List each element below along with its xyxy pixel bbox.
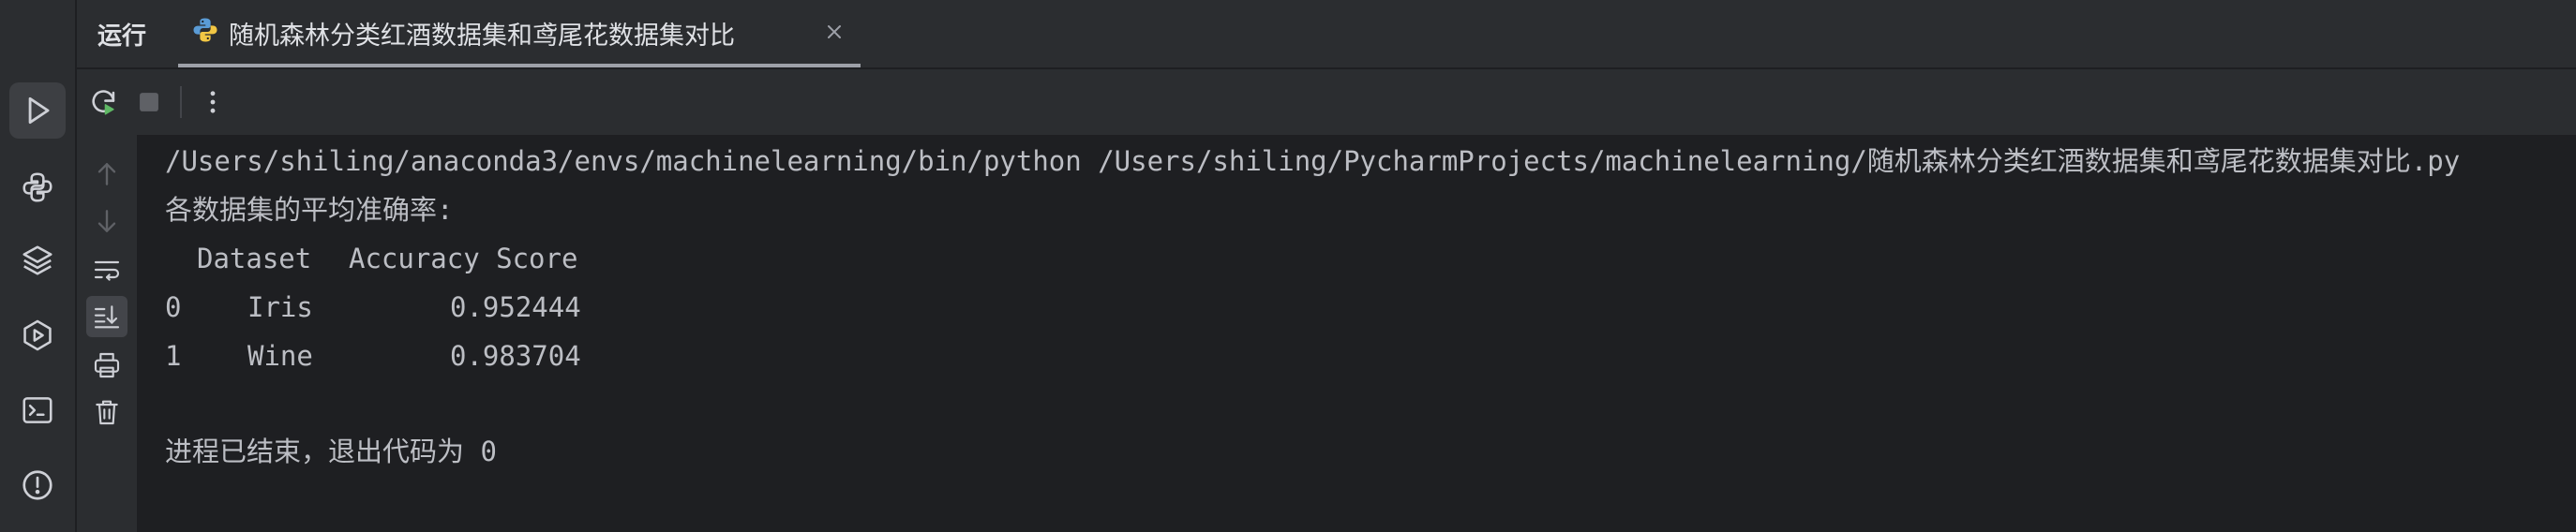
- rerun-button[interactable]: [84, 82, 124, 122]
- terminal-button[interactable]: [9, 382, 66, 438]
- scroll-to-end-icon: [94, 305, 120, 329]
- scroll-to-end-button[interactable]: [86, 296, 127, 337]
- python-file-icon: [193, 18, 217, 42]
- close-icon[interactable]: [823, 21, 846, 43]
- scroll-down-button[interactable]: [86, 200, 127, 242]
- exit-message: 进程已结束，退出代码为 0: [165, 436, 497, 467]
- scroll-down-icon: [97, 210, 116, 232]
- problems-icon: [22, 470, 52, 500]
- column-header-dataset: Dataset: [197, 243, 312, 274]
- scroll-up-icon: [97, 163, 116, 185]
- stop-icon: [140, 93, 158, 111]
- problems-button[interactable]: [9, 457, 66, 513]
- print-icon: [94, 352, 120, 378]
- run-config-tab[interactable]: 随机森林分类红酒数据集和鸢尾花数据集对比: [178, 0, 861, 67]
- python-packages-icon: [22, 172, 52, 202]
- command-line: /Users/shiling/anaconda3/envs/machinelea…: [165, 145, 2461, 177]
- python-packages-button[interactable]: [9, 159, 66, 215]
- console-output[interactable]: /Users/shiling/anaconda3/envs/machinelea…: [137, 135, 2576, 532]
- soft-wrap-button[interactable]: [86, 249, 127, 290]
- run-icon: [28, 96, 50, 125]
- run-header: 运行 随机森林分类红酒数据集和鸢尾花数据集对比: [77, 0, 2576, 69]
- scroll-up-button[interactable]: [86, 154, 127, 195]
- tab-label: 随机森林分类红酒数据集和鸢尾花数据集对比: [229, 22, 735, 51]
- row-index: 1: [165, 340, 182, 372]
- row-score: 0.983704: [450, 340, 581, 372]
- toolbar-divider: [180, 86, 182, 118]
- services-button[interactable]: [9, 307, 66, 363]
- more-icon: [210, 91, 216, 113]
- clear-icon: [96, 400, 118, 425]
- run-toolbar: [77, 69, 2576, 135]
- print-button[interactable]: [86, 345, 127, 386]
- clear-all-button[interactable]: [86, 392, 127, 433]
- active-tab-indicator: [178, 64, 861, 67]
- run-tool-window: 运行 随机森林分类红酒数据集和鸢尾花数据集对比 /Users/shiling/a…: [0, 0, 2576, 532]
- row-score: 0.952444: [450, 291, 581, 323]
- stop-button[interactable]: [129, 82, 169, 122]
- soft-wrap-icon: [94, 260, 120, 281]
- run-window-title: 运行: [97, 22, 147, 51]
- row-index: 0: [165, 291, 182, 323]
- run-tool-button[interactable]: [9, 82, 66, 139]
- layers-icon: [22, 245, 52, 275]
- services-icon: [23, 319, 52, 351]
- row-dataset: Iris: [247, 291, 313, 323]
- terminal-icon: [22, 397, 52, 423]
- layers-button[interactable]: [9, 232, 66, 288]
- row-dataset: Wine: [247, 340, 313, 372]
- console-side-toolbar: [77, 135, 137, 532]
- more-actions-button[interactable]: [193, 82, 232, 122]
- output-heading: 各数据集的平均准确率:: [165, 194, 454, 226]
- rerun-icon: [92, 90, 115, 115]
- column-header-accuracy: Accuracy Score: [349, 243, 578, 274]
- tool-window-strip: [0, 0, 77, 532]
